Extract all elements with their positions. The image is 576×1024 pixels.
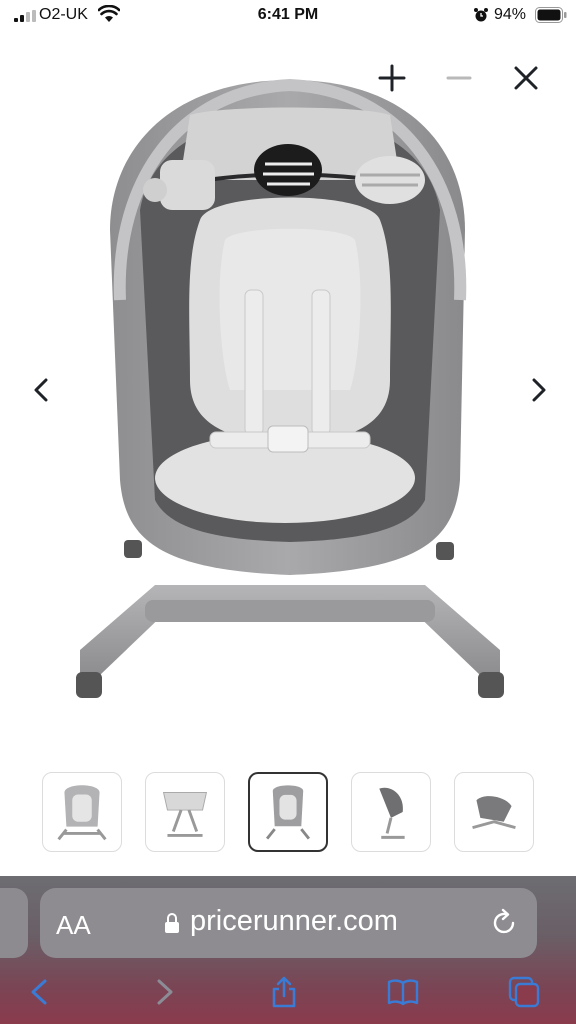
battery-icon (535, 7, 567, 23)
close-icon (514, 66, 538, 90)
share-icon (272, 976, 296, 1008)
close-viewer-button[interactable] (506, 58, 546, 98)
battery-percentage: 94% (494, 6, 527, 23)
status-bar: O2-UK 6:41 PM 94% (0, 0, 576, 32)
thumbnail-3[interactable] (248, 772, 328, 852)
browser-toolbar (0, 970, 576, 1016)
text-size-button[interactable]: AA (56, 910, 91, 941)
tabs-button[interactable] (502, 970, 546, 1014)
previous-image-button[interactable] (22, 370, 62, 410)
thumbnail-5[interactable] (454, 772, 534, 852)
lock-icon (165, 913, 179, 933)
clock: 6:41 PM (257, 6, 319, 23)
thumbnail-2[interactable] (145, 772, 225, 852)
chevron-left-icon (34, 378, 48, 402)
reload-icon[interactable] (488, 907, 520, 939)
thumbnail-1[interactable] (42, 772, 122, 852)
browser-bottom-bar: AA pricerunner.com (0, 876, 576, 1024)
thumbnail-image (379, 787, 405, 839)
share-button[interactable] (262, 970, 306, 1014)
thumbnail-strip (42, 772, 542, 854)
address-bar[interactable]: AA pricerunner.com (40, 888, 537, 958)
next-image-button[interactable] (518, 370, 558, 410)
tabs-icon (508, 976, 540, 1008)
chevron-left-icon (31, 979, 47, 1005)
url-text[interactable]: pricerunner.com (190, 905, 398, 938)
zoom-in-button[interactable] (372, 58, 412, 98)
previous-tab-peek[interactable] (0, 888, 28, 958)
zoom-out-button[interactable] (439, 58, 479, 98)
bookmarks-button[interactable] (381, 970, 425, 1014)
thumbnail-image (162, 792, 208, 837)
alarm-icon (474, 8, 488, 22)
thumbnail-image (265, 785, 311, 840)
chevron-right-icon (157, 979, 173, 1005)
thumbnail-image (472, 796, 516, 830)
thumbnail-4[interactable] (351, 772, 431, 852)
thumbnail-image (57, 785, 107, 841)
product-image-bouncer[interactable] (60, 60, 520, 720)
minus-icon (446, 76, 472, 80)
back-button[interactable] (18, 970, 62, 1014)
toy-whale (254, 144, 322, 196)
forward-button[interactable] (142, 970, 186, 1014)
toy-fish (355, 156, 425, 204)
plus-icon (378, 64, 406, 92)
book-icon (387, 979, 419, 1006)
chevron-right-icon (532, 378, 546, 402)
